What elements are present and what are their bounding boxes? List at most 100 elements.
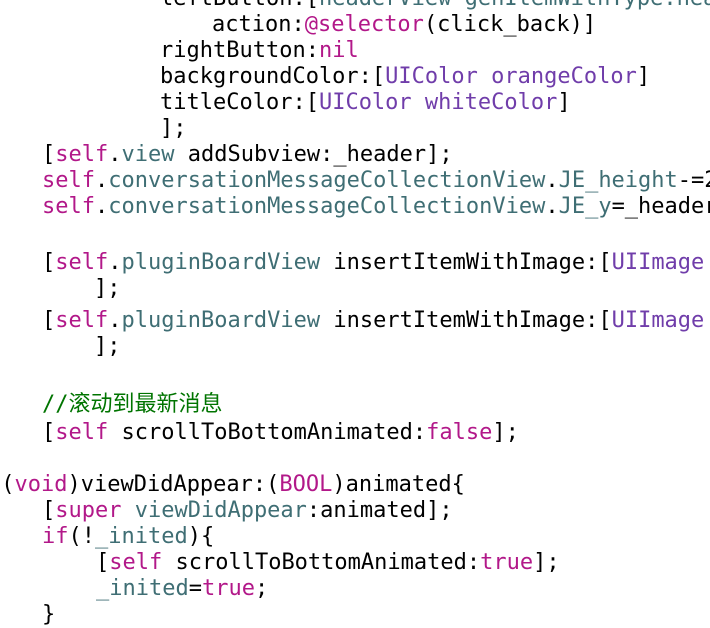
code-token: true: [201, 576, 255, 601]
code-token: _inited: [95, 524, 188, 549]
code-token: viewDidAppear: [134, 498, 307, 523]
code-token: [: [42, 250, 56, 275]
code-token: JE_y: [558, 194, 612, 219]
code-token: ];: [160, 116, 187, 141]
code-token: [: [42, 420, 56, 445]
code-token: UIImage: [611, 308, 705, 333]
code-token: pluginBoardView: [121, 250, 321, 275]
code-token: .: [545, 168, 559, 193]
code-editor[interactable]: leftButton:[headerView genItemWithType:h…: [0, 0, 710, 628]
code-token: -=20: [677, 168, 710, 193]
code-token: .: [108, 250, 122, 275]
code-token: )animated{: [332, 472, 465, 497]
code-line[interactable]: [self.pluginBoardView insertItemWithImag…: [42, 308, 704, 334]
code-token: (!: [68, 524, 96, 549]
code-token: rightButton:: [160, 38, 319, 63]
code-token: ;: [254, 576, 269, 601]
code-token: headerView genItemWithType:head: [319, 0, 710, 11]
code-token: [: [42, 142, 56, 167]
code-token: self: [42, 168, 95, 193]
code-token: ];: [94, 276, 121, 301]
code-line[interactable]: if(!_inited){: [42, 524, 214, 550]
code-token: ];: [94, 334, 121, 359]
code-token: .: [94, 168, 109, 193]
code-line[interactable]: self.conversationMessageCollectionView.J…: [42, 168, 710, 194]
code-token: conversationMessageCollectionView: [108, 168, 546, 193]
code-token: [: [96, 550, 110, 575]
code-line[interactable]: [self.pluginBoardView insertItemWithImag…: [42, 250, 704, 276]
code-line[interactable]: ];: [160, 116, 187, 142]
code-line[interactable]: [super viewDidAppear:animated];: [42, 498, 453, 524]
code-token: scrollToBottomAnimated:: [108, 420, 427, 445]
code-token: _inited: [96, 576, 189, 601]
code-line[interactable]: backgroundColor:[UIColor orangeColor]: [160, 64, 650, 90]
code-token: =: [188, 576, 202, 601]
code-line[interactable]: titleColor:[UIColor whiteColor]: [160, 90, 571, 116]
code-token: insertItemWithImage:[: [320, 308, 612, 333]
code-token: titleColor:[: [160, 90, 319, 115]
code-token: :animated];: [306, 498, 453, 523]
code-line[interactable]: leftButton:[headerView genItemWithType:h…: [160, 0, 710, 12]
code-line[interactable]: _inited=true;: [96, 576, 268, 602]
code-token: .: [108, 142, 122, 167]
code-token: //滚动到最新消息: [42, 392, 223, 417]
code-line[interactable]: ];: [94, 276, 121, 302]
code-line[interactable]: ];: [94, 334, 121, 360]
code-token: ]: [557, 90, 571, 115]
code-token: BOOL: [279, 472, 333, 497]
code-token: ];: [492, 420, 519, 445]
code-token: whiteColor: [424, 90, 558, 115]
code-token: ]: [636, 64, 651, 89]
code-token: action:: [212, 12, 305, 37]
code-token: backgroundColor:[: [160, 64, 386, 89]
code-token: self: [109, 550, 163, 575]
code-token: .: [108, 308, 122, 333]
code-token: JE_height: [558, 168, 678, 193]
code-line[interactable]: [self scrollToBottomAnimated:true];: [96, 550, 560, 576]
code-line[interactable]: -(void)viewDidAppear:(BOOL)animated{: [0, 472, 465, 498]
code-token: view: [121, 142, 175, 167]
code-token: nil: [318, 38, 359, 63]
code-token: .: [545, 194, 559, 219]
code-token: [: [42, 308, 56, 333]
code-token: UIColor: [318, 90, 412, 115]
code-line[interactable]: [self scrollToBottomAnimated:false];: [42, 420, 519, 446]
code-token: (click_back)]: [423, 12, 597, 37]
code-token: -(: [0, 472, 15, 497]
code-token: orangeColor: [491, 64, 637, 89]
code-token: self: [55, 250, 109, 275]
code-line[interactable]: //滚动到最新消息: [42, 392, 223, 418]
code-token: ){: [187, 524, 215, 549]
code-token: self: [55, 142, 109, 167]
code-line[interactable]: }: [42, 602, 55, 628]
code-line[interactable]: self.conversationMessageCollectionView.J…: [42, 194, 710, 220]
code-token: insertItemWithImage:[: [320, 250, 612, 275]
code-token: self: [55, 308, 109, 333]
code-token: @selector: [304, 12, 424, 37]
code-token: if: [42, 524, 69, 549]
code-token: =_header: [611, 194, 710, 219]
code-token: UIImage: [611, 250, 705, 275]
code-token: }: [42, 602, 56, 627]
code-line[interactable]: rightButton:nil: [160, 38, 359, 64]
code-token: leftButton:[: [160, 0, 319, 11]
code-token: scrollToBottomAnimated:: [162, 550, 481, 575]
code-token: )viewDidAppear:(: [67, 472, 280, 497]
code-token: .: [94, 194, 109, 219]
code-token: ];: [533, 550, 560, 575]
code-token: true: [480, 550, 534, 575]
code-token: pluginBoardView: [121, 308, 321, 333]
code-token: UIColor: [385, 64, 478, 89]
code-token: self: [55, 420, 109, 445]
code-token: [: [42, 498, 56, 523]
code-token: super: [55, 498, 122, 523]
code-token: void: [14, 472, 68, 497]
code-token: addSubview:_header];: [174, 142, 453, 167]
code-token: self: [42, 194, 95, 219]
code-token: conversationMessageCollectionView: [108, 194, 546, 219]
code-line[interactable]: [self.view addSubview:_header];: [42, 142, 453, 168]
code-line[interactable]: action:@selector(click_back)]: [212, 12, 596, 38]
